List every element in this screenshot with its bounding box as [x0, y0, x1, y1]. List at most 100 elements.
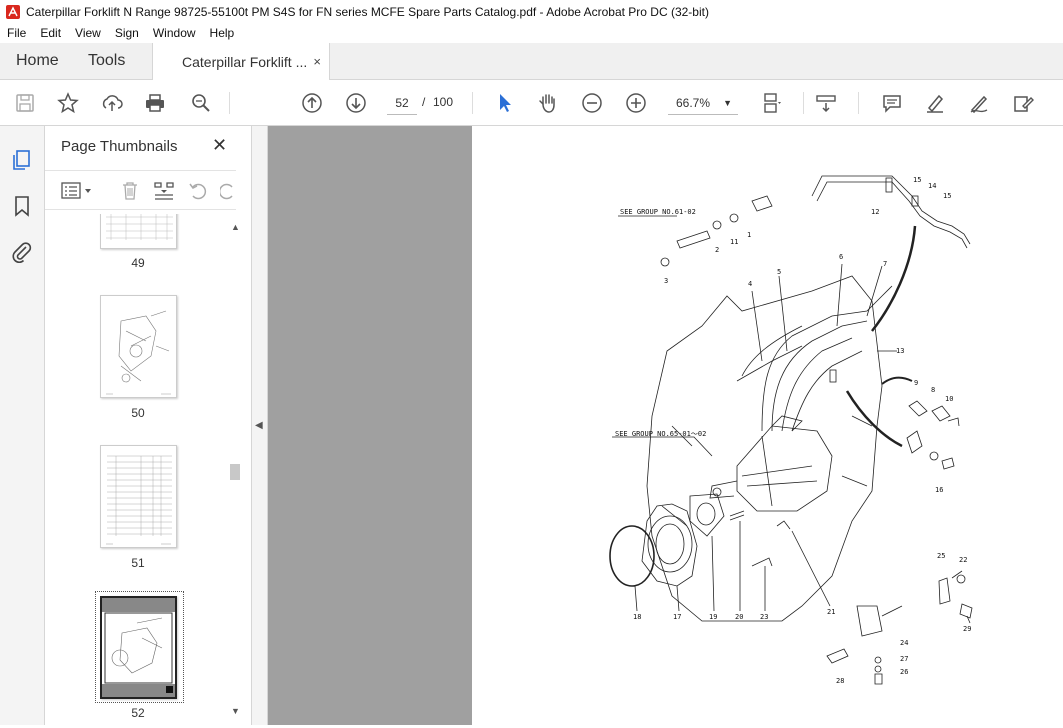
ref-label: SEE GROUP NO.61-02	[620, 208, 696, 216]
page-separator: /	[422, 95, 426, 109]
part-number: 23	[760, 613, 768, 621]
rotate-right-icon[interactable]	[220, 181, 236, 201]
part-number: 21	[827, 608, 835, 616]
part-number: 26	[900, 668, 908, 676]
thumbnail-label: 51	[131, 556, 145, 570]
tab-tools[interactable]: Tools	[71, 43, 152, 79]
tab-close-icon[interactable]: ×	[313, 54, 321, 69]
delete-icon[interactable]	[120, 181, 140, 201]
rotate-left-icon[interactable]	[188, 181, 208, 201]
thumbnail-page[interactable]	[100, 214, 177, 249]
part-number: 22	[959, 556, 967, 564]
bookmarks-icon[interactable]	[10, 194, 34, 218]
tab-home[interactable]: Home	[0, 43, 71, 79]
part-number: 15	[913, 176, 921, 184]
chevron-down-icon: ▼	[723, 97, 732, 108]
fill-sign-icon[interactable]	[1011, 91, 1035, 115]
part-number: 16	[935, 486, 943, 494]
menu-sign[interactable]: Sign	[108, 26, 146, 40]
zoom-out-icon[interactable]	[580, 91, 604, 115]
scroll-mode-icon[interactable]	[814, 91, 838, 115]
attachments-icon[interactable]	[10, 240, 34, 264]
part-number: 20	[735, 613, 743, 621]
part-number: 29	[963, 625, 971, 633]
fit-page-icon[interactable]	[760, 91, 784, 115]
part-number: 6	[839, 253, 843, 261]
highlight-icon[interactable]	[923, 91, 947, 115]
thumbnail-page[interactable]	[100, 295, 177, 398]
menu-help[interactable]: Help	[203, 26, 242, 40]
menu-view[interactable]: View	[68, 26, 108, 40]
part-number: 11	[730, 238, 738, 246]
menu-bar: File Edit View Sign Window Help	[0, 23, 1063, 43]
menu-edit[interactable]: Edit	[33, 26, 68, 40]
part-number: 18	[633, 613, 641, 621]
acrobat-icon	[6, 4, 20, 19]
title-bar: Caterpillar Forklift N Range 98725-55100…	[0, 0, 1063, 23]
select-arrow-icon[interactable]	[493, 91, 517, 115]
part-number: 1	[747, 231, 751, 239]
part-number: 8	[931, 386, 935, 394]
thumbnail-list: 49 50 51 52	[45, 214, 225, 725]
thumbnail-scrollbar[interactable]: ▲ ▼	[228, 218, 242, 725]
panel-close-icon[interactable]: ✕	[212, 135, 227, 156]
thumbnail-label: 52	[131, 706, 145, 720]
scroll-down-icon[interactable]: ▼	[231, 706, 240, 716]
thumbnail-tools	[45, 170, 236, 210]
panel-title: Page Thumbnails	[61, 138, 178, 155]
thumbnail-page[interactable]	[100, 445, 177, 548]
insert-page-icon[interactable]	[153, 181, 175, 201]
toolbar: 52 / 100 66.7% ▼	[0, 80, 1063, 126]
window-title: Caterpillar Forklift N Range 98725-55100…	[26, 4, 709, 19]
part-number: 13	[896, 347, 904, 355]
document-page: SEE GROUP NO.61-02 SEE GROUP NO.65-01～02…	[472, 126, 1063, 725]
part-number: 4	[748, 280, 752, 288]
ref-label: SEE GROUP NO.65-01～02	[615, 430, 706, 438]
menu-file[interactable]: File	[0, 26, 33, 40]
scroll-up-icon[interactable]: ▲	[231, 222, 240, 232]
document-canvas-background	[252, 126, 472, 725]
collapse-panel-icon[interactable]: ◀	[255, 420, 263, 431]
comment-icon[interactable]	[880, 91, 904, 115]
scroll-thumb[interactable]	[230, 464, 240, 480]
sign-icon[interactable]	[967, 91, 991, 115]
page-up-icon[interactable]	[300, 91, 324, 115]
part-number: 28	[836, 677, 844, 685]
part-number: 7	[883, 260, 887, 268]
thumbnail-page-selected[interactable]	[100, 596, 177, 699]
page-thumbnails-icon[interactable]	[10, 148, 34, 172]
thumbnail-label: 50	[131, 406, 145, 420]
zoom-in-icon[interactable]	[624, 91, 648, 115]
tab-document[interactable]: Caterpillar Forklift ... ×	[152, 43, 330, 80]
part-number: 5	[777, 268, 781, 276]
tab-bar: Home Tools Caterpillar Forklift ... ×	[0, 43, 1063, 80]
thumbnail-label: 49	[131, 256, 145, 270]
part-number: 17	[673, 613, 681, 621]
parts-diagram: SEE GROUP NO.61-02 SEE GROUP NO.65-01～02…	[609, 175, 973, 685]
options-menu-icon[interactable]	[61, 181, 95, 201]
thumbnails-panel: Page Thumbnails ✕ 49 50 51 52 ▲ ▼	[45, 126, 252, 725]
part-number: 10	[945, 395, 953, 403]
search-icon[interactable]	[189, 91, 213, 115]
tab-document-label: Caterpillar Forklift ...	[182, 53, 308, 70]
part-number: 19	[709, 613, 717, 621]
part-number: 15	[943, 192, 951, 200]
part-number: 27	[900, 655, 908, 663]
part-number: 12	[871, 208, 879, 216]
bookmark-star-icon[interactable]	[56, 91, 80, 115]
part-number: 14	[928, 182, 936, 190]
page-down-icon[interactable]	[344, 91, 368, 115]
page-number-input[interactable]: 52	[387, 91, 417, 115]
part-number: 3	[664, 277, 668, 285]
menu-window[interactable]: Window	[146, 26, 203, 40]
zoom-select[interactable]: 66.7% ▼	[668, 91, 738, 115]
page-total: 100	[433, 95, 454, 109]
part-number: 25	[937, 552, 945, 560]
zoom-value: 66.7%	[676, 95, 711, 110]
save-icon[interactable]	[13, 91, 37, 115]
hand-icon[interactable]	[536, 91, 560, 115]
part-number: 9	[914, 379, 918, 387]
part-number: 2	[715, 246, 719, 254]
print-icon[interactable]	[143, 91, 167, 115]
upload-icon[interactable]	[100, 91, 124, 115]
